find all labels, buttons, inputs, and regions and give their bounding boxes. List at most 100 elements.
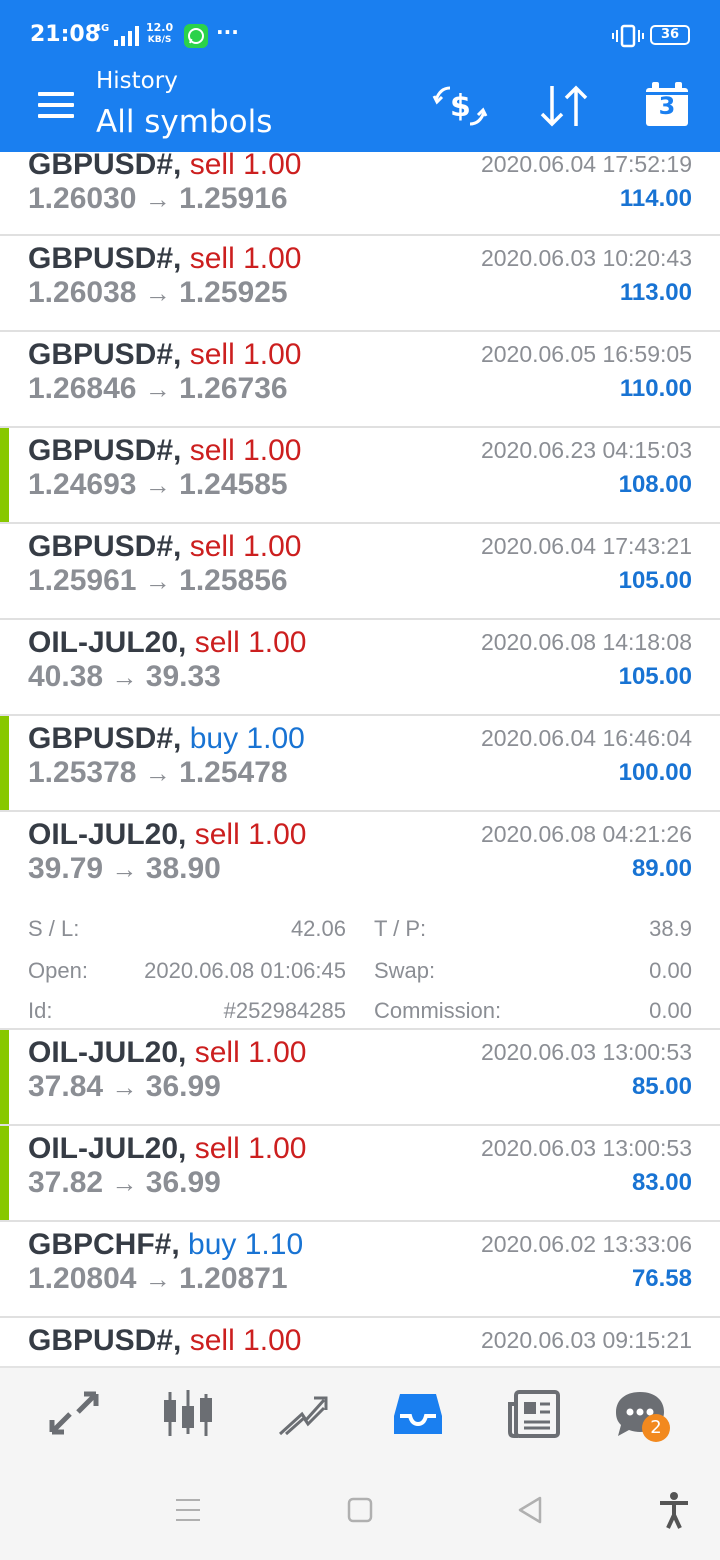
trade-action: sell 1.00 bbox=[194, 1132, 307, 1165]
trade-time: 2020.06.04 17:52:19 bbox=[480, 152, 692, 177]
trade-prices: 1.25961 → 1.25856 bbox=[28, 564, 288, 598]
trade-title: GBPUSD#, sell 1.00 bbox=[28, 1324, 301, 1358]
menu-icon[interactable] bbox=[38, 92, 74, 118]
trade-prices: 1.26846 → 1.26736 bbox=[28, 372, 288, 406]
trade-title: GBPUSD#, sell 1.00 bbox=[28, 242, 301, 276]
trade-title: OIL-JUL20, sell 1.00 bbox=[28, 818, 306, 852]
chart-icon[interactable] bbox=[160, 1388, 216, 1440]
open-price: 39.79 bbox=[28, 852, 104, 885]
trade-row[interactable]: GBPCHF#, buy 1.10 1.20804 → 1.20871 2020.0… bbox=[0, 1222, 720, 1318]
open-price: 1.25961 bbox=[28, 564, 137, 597]
close-price: 1.24585 bbox=[179, 468, 288, 501]
trade-time: 2020.06.08 04:21:26 bbox=[480, 821, 692, 847]
more-notifications-icon: ··· bbox=[216, 20, 239, 44]
close-price: 1.25856 bbox=[179, 564, 288, 597]
quotes-icon[interactable] bbox=[46, 1388, 102, 1440]
trade-symbol: GBPUSD#, bbox=[28, 434, 182, 467]
detail-label-id: Id: bbox=[28, 998, 53, 1023]
trade-symbol: OIL-JUL20, bbox=[28, 818, 187, 851]
trade-title: GBPUSD#, sell 1.00 bbox=[28, 152, 301, 182]
open-price: 1.26030 bbox=[28, 182, 137, 215]
open-price: 1.26846 bbox=[28, 372, 137, 405]
trade-action: sell 1.00 bbox=[189, 1324, 302, 1357]
detail-value-open: 2020.06.08 01:06:45 bbox=[144, 958, 346, 983]
home-icon[interactable] bbox=[340, 1490, 380, 1530]
status-time: 21:08 bbox=[30, 22, 101, 47]
trade-action: sell 1.00 bbox=[194, 1036, 307, 1069]
trade-symbol: GBPUSD#, bbox=[28, 152, 182, 181]
open-price: 37.82 bbox=[28, 1166, 104, 1199]
back-icon[interactable] bbox=[510, 1490, 550, 1530]
trade-action: buy 1.10 bbox=[188, 1228, 304, 1261]
open-price: 1.20804 bbox=[28, 1262, 137, 1295]
trade-action: sell 1.00 bbox=[189, 152, 302, 181]
detail-value-swap: 0.00 bbox=[649, 958, 692, 983]
close-price: 36.99 bbox=[145, 1166, 221, 1199]
trade-symbol: OIL-JUL20, bbox=[28, 626, 187, 659]
trade-symbol: GBPCHF#, bbox=[28, 1228, 180, 1261]
signal-icon bbox=[114, 26, 139, 46]
trade-title: OIL-JUL20, sell 1.00 bbox=[28, 626, 306, 660]
trade-prices: 39.79 → 38.90 bbox=[28, 852, 221, 886]
trade-prices: 1.26030 → 1.25916 bbox=[28, 182, 288, 216]
trade-title: GBPUSD#, sell 1.00 bbox=[28, 530, 301, 564]
trade-action: sell 1.00 bbox=[194, 626, 307, 659]
trade-profit: 110.00 bbox=[619, 375, 692, 402]
trade-time: 2020.06.08 14:18:08 bbox=[480, 629, 692, 655]
trade-icon[interactable] bbox=[274, 1388, 330, 1440]
calendar-icon[interactable]: 3 bbox=[644, 82, 690, 128]
trade-time: 2020.06.04 16:46:04 bbox=[480, 725, 692, 751]
trade-title: GBPCHF#, buy 1.10 bbox=[28, 1228, 303, 1262]
accessibility-icon[interactable] bbox=[654, 1490, 694, 1530]
trade-prices: 40.38 → 39.33 bbox=[28, 660, 221, 694]
trade-row[interactable]: OIL-JUL20, sell 1.00 39.79 → 38.90 2020.06… bbox=[0, 812, 720, 1030]
trade-time: 2020.06.03 10:20:43 bbox=[480, 245, 692, 271]
trade-row[interactable]: GBPUSD#, sell 1.00 2020.06.03 09:15:21 bbox=[0, 1318, 720, 1366]
arrow-icon: → bbox=[144, 566, 171, 596]
open-price: 1.26038 bbox=[28, 276, 137, 309]
detail-label-commission: Commission: bbox=[374, 998, 502, 1023]
trade-prices: 1.20804 → 1.20871 bbox=[28, 1262, 288, 1296]
arrow-icon: → bbox=[144, 758, 171, 788]
trade-row[interactable]: GBPUSD#, sell 1.00 1.24693 → 1.24585 2020.… bbox=[0, 428, 720, 524]
status-bar: 21:08 4G 12.0 KB/S ··· 36 bbox=[0, 0, 720, 70]
trade-row[interactable]: GBPUSD#, sell 1.00 1.26030 → 1.25916 2020.… bbox=[0, 152, 720, 236]
arrow-icon: → bbox=[144, 184, 171, 214]
currency-exchange-icon[interactable]: $ bbox=[432, 80, 488, 132]
trade-row[interactable]: OIL-JUL20, sell 1.00 40.38 → 39.33 2020.06… bbox=[0, 620, 720, 716]
vibrate-icon bbox=[612, 24, 644, 48]
arrow-icon: → bbox=[111, 1072, 138, 1102]
trade-title: OIL-JUL20, sell 1.00 bbox=[28, 1132, 306, 1166]
news-icon[interactable] bbox=[506, 1388, 562, 1440]
trade-row[interactable]: GBPUSD#, buy 1.00 1.25378 → 1.25478 2020.0… bbox=[0, 716, 720, 812]
page-title[interactable]: All symbols bbox=[96, 104, 272, 140]
recents-icon[interactable] bbox=[168, 1490, 208, 1530]
arrow-icon: → bbox=[111, 854, 138, 884]
arrow-icon: → bbox=[144, 278, 171, 308]
trade-row[interactable]: OIL-JUL20, sell 1.00 37.84 → 36.99 2020.06… bbox=[0, 1030, 720, 1126]
trade-row[interactable]: OIL-JUL20, sell 1.00 37.82 → 36.99 2020.06… bbox=[0, 1126, 720, 1222]
bottom-navigation bbox=[0, 1366, 720, 1464]
network-type: 4G bbox=[94, 23, 110, 34]
trade-profit: 105.00 bbox=[618, 567, 692, 594]
svg-text:$: $ bbox=[450, 89, 471, 124]
trade-time: 2020.06.04 17:43:21 bbox=[480, 533, 692, 559]
calendar-day: 3 bbox=[658, 92, 676, 120]
trade-time: 2020.06.05 16:59:05 bbox=[480, 341, 692, 367]
close-price: 39.33 bbox=[145, 660, 221, 693]
trade-row[interactable]: GBPUSD#, sell 1.00 1.26846 → 1.26736 2020.… bbox=[0, 332, 720, 428]
sort-icon[interactable] bbox=[536, 80, 592, 132]
speed-unit: KB/S bbox=[147, 35, 172, 45]
close-price: 36.99 bbox=[145, 1070, 221, 1103]
trade-history-list[interactable]: GBPUSD#, sell 1.00 1.26030 → 1.25916 2020.… bbox=[0, 152, 720, 1366]
trade-prices: 1.26038 → 1.25925 bbox=[28, 276, 288, 310]
detail-value-sl: 42.06 bbox=[290, 916, 346, 941]
close-price: 1.26736 bbox=[179, 372, 288, 405]
trade-row[interactable]: GBPUSD#, sell 1.00 1.25961 → 1.25856 2020.… bbox=[0, 524, 720, 620]
trade-row[interactable]: GBPUSD#, sell 1.00 1.26038 → 1.25925 2020.… bbox=[0, 236, 720, 332]
trade-profit: 114.00 bbox=[619, 185, 692, 212]
close-price: 1.20871 bbox=[179, 1262, 288, 1295]
history-icon[interactable] bbox=[390, 1388, 446, 1440]
whatsapp-icon bbox=[184, 24, 208, 48]
detail-value-id: #252984285 bbox=[223, 998, 346, 1023]
